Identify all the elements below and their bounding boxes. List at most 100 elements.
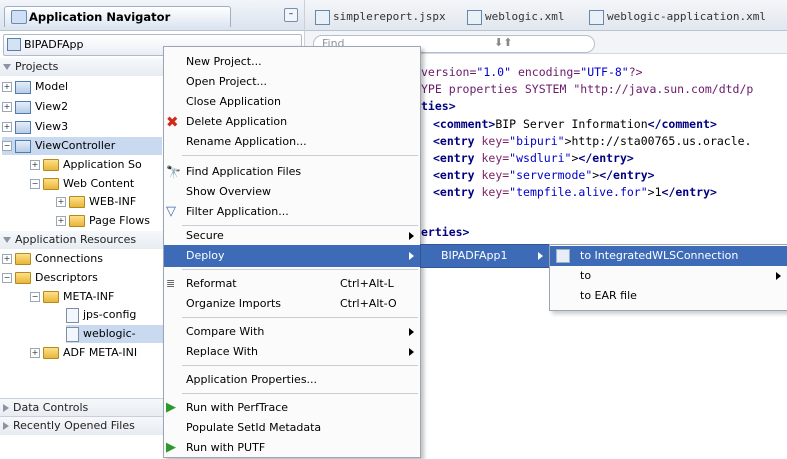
collapse-icon: −: [30, 292, 40, 302]
code-token: version=: [421, 65, 477, 79]
code-line-entry-4: <entry key="tempfile.alive.for">1</entry…: [433, 184, 717, 200]
code-line-comment: <comment>BIP Server Information</comment…: [433, 116, 717, 132]
expand-icon: +: [2, 122, 12, 132]
code-token: <entry: [433, 151, 475, 165]
recent-files-label: Recently Opened Files: [13, 419, 135, 432]
collapse-icon: [3, 237, 11, 243]
tree-item-label: View3: [35, 120, 69, 133]
tab-label: simplereport.jspx: [333, 10, 446, 23]
menu-item-label: to EAR file: [580, 289, 637, 302]
code-token: ?>: [628, 65, 643, 79]
tree-item-label: META-INF: [63, 290, 115, 303]
menu-item-secure[interactable]: Secure: [164, 225, 420, 247]
tab-weblogic-application-xml[interactable]: weblogic-application.xml: [587, 8, 766, 26]
menu-item-to[interactable]: to: [550, 266, 787, 286]
resources-label: Application Resources: [15, 233, 137, 246]
code-token: key=: [474, 185, 510, 199]
menu-item-deploy[interactable]: Deploy: [164, 245, 420, 267]
tree-item-view2[interactable]: + View2: [2, 98, 68, 116]
menu-item-delete-application[interactable]: ✖ Delete Application: [164, 111, 420, 133]
menu-item-reformat[interactable]: ≣ Reformat Ctrl+Alt-L: [164, 273, 420, 295]
code-token: encoding=: [511, 65, 581, 79]
code-token: key=: [474, 168, 510, 182]
menu-item-to-integratedwlsconnection[interactable]: to IntegratedWLSConnection: [550, 246, 787, 266]
menu-item-organize-imports[interactable]: Organize Imports Ctrl+Alt-O: [164, 293, 420, 315]
reformat-icon: ≣: [166, 277, 176, 290]
menu-item-filter-application[interactable]: ▽ Filter Application...: [164, 201, 420, 223]
editor-tab-bar: simplereport.jspx weblogic.xml weblogic-…: [305, 0, 787, 31]
tree-item-viewcontroller[interactable]: − ViewController: [2, 137, 162, 155]
tree-item-page-flows[interactable]: + Page Flows: [56, 212, 150, 230]
menu-item-label: Close Application: [186, 95, 281, 108]
code-token: 1: [654, 185, 662, 199]
menu-item-label: Compare With: [186, 325, 265, 338]
folder-icon: [43, 291, 59, 303]
tree-item-label: ADF META-INI: [63, 346, 138, 359]
code-token: <entry: [433, 185, 475, 199]
code-token: <entry: [433, 134, 475, 148]
application-selector-value: BIPADFApp: [24, 38, 84, 51]
code-token: </entry>: [578, 151, 634, 165]
tree-item-label: Descriptors: [35, 271, 98, 284]
tree-item-application-sources[interactable]: + Application So: [30, 156, 142, 174]
tab-weblogic-xml[interactable]: weblogic.xml: [465, 8, 564, 26]
tree-item-jps-config[interactable]: jps-config: [66, 306, 136, 324]
tree-item-label: Page Flows: [89, 214, 150, 227]
collapse-icon: −: [2, 141, 12, 151]
tree-item-view3[interactable]: + View3: [2, 118, 68, 136]
code-line-close-properties: erties>: [421, 225, 470, 239]
tree-item-weblogic[interactable]: weblogic-: [66, 325, 166, 343]
menu-item-label: Open Project...: [186, 75, 268, 88]
code-token: <entry: [433, 168, 475, 182]
code-token: <comment>: [433, 117, 496, 131]
folder-icon: [43, 159, 59, 171]
code-token: "wsdluri": [509, 151, 572, 165]
minimize-button[interactable]: –: [284, 8, 298, 22]
server-connection-icon: [556, 249, 570, 263]
menu-item-run-with-perftrace[interactable]: ▶ Run with PerfTrace: [164, 397, 420, 419]
menu-item-label: Find Application Files: [186, 165, 302, 178]
expand-icon: +: [2, 82, 12, 92]
deploy-profile-submenu: BIPADFApp1: [420, 244, 550, 268]
folder-icon: [15, 253, 31, 265]
navigator-title: Application Navigator: [29, 10, 171, 24]
tree-item-adf-meta-inf[interactable]: + ADF META-INI: [30, 344, 137, 362]
menu-item-compare-with[interactable]: Compare With: [164, 321, 420, 343]
expand-icon: +: [2, 102, 12, 112]
tree-item-label: Connections: [35, 252, 103, 265]
menu-item-rename-application[interactable]: Rename Application...: [164, 131, 420, 153]
menu-item-close-application[interactable]: Close Application: [164, 91, 420, 113]
menu-item-populate-setid-metadata[interactable]: Populate SetId Metadata: [164, 417, 420, 439]
menu-item-label: Secure: [186, 229, 224, 242]
tree-item-web-inf[interactable]: + WEB-INF: [56, 193, 136, 211]
run-icon: ▶: [166, 400, 176, 415]
tree-item-descriptors[interactable]: − Descriptors: [2, 269, 98, 287]
menu-item-open-project[interactable]: Open Project...: [164, 71, 420, 93]
menu-item-replace-with[interactable]: Replace With: [164, 341, 420, 363]
menu-item-to-ear-file[interactable]: to EAR file: [550, 286, 787, 306]
menu-item-bipadfapp1[interactable]: BIPADFApp1: [421, 246, 549, 266]
code-line-entry-3: <entry key="servermode"></entry>: [433, 167, 655, 183]
navigator-tab[interactable]: Application Navigator: [4, 6, 232, 27]
context-menu: New Project... Open Project... Close App…: [163, 46, 421, 458]
menu-item-find-application-files[interactable]: 🔭 Find Application Files: [164, 161, 420, 183]
tree-item-web-content[interactable]: − Web Content: [30, 175, 134, 193]
xml-file-icon: [589, 10, 604, 25]
jspx-file-icon: [315, 10, 330, 25]
menu-item-application-properties[interactable]: Application Properties...: [164, 369, 420, 391]
code-token: </comment>: [647, 117, 717, 131]
code-token: </entry>: [599, 168, 655, 182]
menu-item-label: Populate SetId Metadata: [186, 421, 322, 434]
tab-simplereport[interactable]: simplereport.jspx: [313, 8, 446, 26]
menu-item-label: Filter Application...: [186, 205, 289, 218]
menu-item-new-project[interactable]: New Project...: [164, 51, 420, 73]
project-icon: [15, 100, 31, 114]
menu-item-show-overview[interactable]: Show Overview: [164, 181, 420, 203]
navigator-icon: [11, 10, 27, 24]
menu-item-label: Replace With: [186, 345, 258, 358]
menu-item-label: Application Properties...: [186, 373, 318, 386]
tree-item-model[interactable]: + Model: [2, 78, 68, 96]
tree-item-meta-inf[interactable]: − META-INF: [30, 288, 114, 306]
find-navigation-icon[interactable]: ⬇⬆: [494, 36, 512, 49]
tree-item-connections[interactable]: + Connections: [2, 250, 103, 268]
